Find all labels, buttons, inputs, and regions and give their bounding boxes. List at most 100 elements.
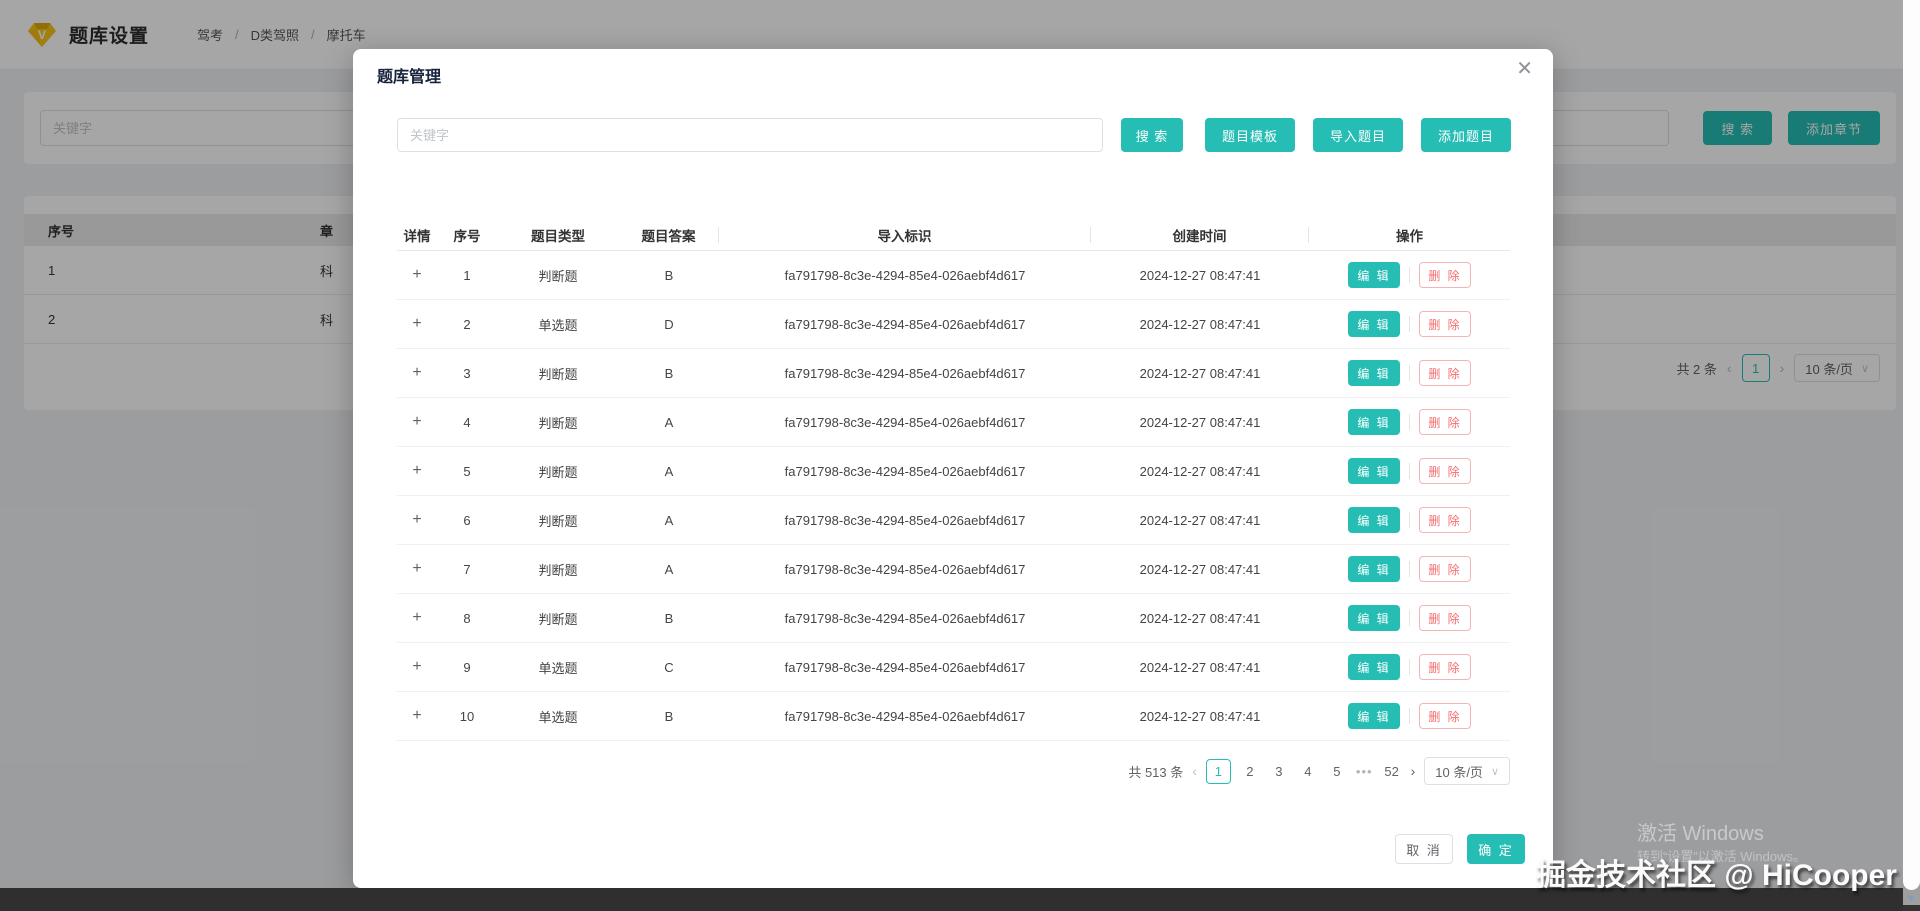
expand-row-icon[interactable]: + [412,512,421,528]
cell-no: 5 [437,464,497,479]
expand-row-icon[interactable]: + [412,561,421,577]
page-number[interactable]: 4 [1298,764,1318,779]
community-watermark: 掘金技术社区 @ HiCooper [1536,850,1897,894]
question-row: + 4 判断题 A fa791798-8c3e-4294-85e4-026aeb… [397,398,1510,447]
cancel-button[interactable]: 取 消 [1395,834,1453,864]
row-operations: 编 辑 删 除 [1348,262,1471,288]
page-number-active[interactable]: 1 [1206,759,1231,784]
cell-answer: A [619,562,719,577]
page-number[interactable]: 2 [1240,764,1260,779]
question-row: + 5 判断题 A fa791798-8c3e-4294-85e4-026aeb… [397,447,1510,496]
edit-button[interactable]: 编 辑 [1348,458,1400,484]
scrollbar-track[interactable]: ▼ [1903,0,1920,911]
operation-divider [1409,561,1410,577]
close-icon[interactable]: ✕ [1516,59,1533,79]
cell-answer: C [619,660,719,675]
delete-button[interactable]: 删 除 [1419,654,1471,680]
row-operations: 编 辑 删 除 [1348,458,1471,484]
scrollbar-thumb[interactable] [1903,0,1920,890]
delete-button[interactable]: 删 除 [1419,360,1471,386]
cell-import-id: fa791798-8c3e-4294-85e4-026aebf4d617 [719,366,1091,381]
operation-divider [1409,463,1410,479]
row-operations: 编 辑 删 除 [1348,507,1471,533]
cell-import-id: fa791798-8c3e-4294-85e4-026aebf4d617 [719,660,1091,675]
cell-answer: B [619,709,719,724]
cell-type: 判断题 [497,560,619,579]
scrollbar-bottom [1903,905,1920,911]
cell-type: 单选题 [497,707,619,726]
page-number[interactable]: 3 [1269,764,1289,779]
page-number-last[interactable]: 52 [1382,764,1402,779]
question-row: + 2 单选题 D fa791798-8c3e-4294-85e4-026aeb… [397,300,1510,349]
operation-divider [1409,512,1410,528]
cell-no: 10 [437,709,497,724]
cell-type: 单选题 [497,315,619,334]
operation-divider [1409,316,1410,332]
expand-row-icon[interactable]: + [412,365,421,381]
page-size-value: 10 条/页 [1435,762,1483,781]
delete-button[interactable]: 删 除 [1419,262,1471,288]
page-size-select[interactable]: 10 条/页 ∨ [1424,757,1510,785]
expand-row-icon[interactable]: + [412,463,421,479]
cell-answer: B [619,366,719,381]
expand-row-icon[interactable]: + [412,659,421,675]
expand-row-icon[interactable]: + [412,267,421,283]
expand-row-icon[interactable]: + [412,414,421,430]
row-operations: 编 辑 删 除 [1348,703,1471,729]
operation-divider [1409,365,1410,381]
cell-no: 9 [437,660,497,675]
page-number[interactable]: 5 [1327,764,1347,779]
cell-answer: B [619,611,719,626]
confirm-button[interactable]: 确 定 [1467,834,1525,864]
scroll-down-arrow-icon[interactable]: ▼ [1906,894,1916,905]
modal-search-button[interactable]: 搜 索 [1121,118,1183,152]
edit-button[interactable]: 编 辑 [1348,703,1400,729]
modal-keyword-input[interactable] [397,118,1103,152]
col-import-id: 导入标识 [719,227,1091,243]
add-question-button[interactable]: 添加题目 [1421,118,1511,152]
edit-button[interactable]: 编 辑 [1348,311,1400,337]
delete-button[interactable]: 删 除 [1419,311,1471,337]
col-created-at: 创建时间 [1091,227,1309,243]
cell-no: 3 [437,366,497,381]
question-row: + 1 判断题 B fa791798-8c3e-4294-85e4-026aeb… [397,251,1510,300]
edit-button[interactable]: 编 辑 [1348,605,1400,631]
cell-import-id: fa791798-8c3e-4294-85e4-026aebf4d617 [719,464,1091,479]
question-template-button[interactable]: 题目模板 [1205,118,1295,152]
prev-page-arrow[interactable]: ‹ [1192,763,1197,779]
expand-row-icon[interactable]: + [412,708,421,724]
pagination-ellipsis-icon[interactable]: ••• [1356,764,1373,779]
delete-button[interactable]: 删 除 [1419,703,1471,729]
question-row: + 7 判断题 A fa791798-8c3e-4294-85e4-026aeb… [397,545,1510,594]
modal-footer: 取 消 确 定 [1395,834,1525,864]
cell-import-id: fa791798-8c3e-4294-85e4-026aebf4d617 [719,317,1091,332]
edit-button[interactable]: 编 辑 [1348,507,1400,533]
delete-button[interactable]: 删 除 [1419,507,1471,533]
edit-button[interactable]: 编 辑 [1348,262,1400,288]
expand-row-icon[interactable]: + [412,610,421,626]
cell-type: 判断题 [497,413,619,432]
edit-button[interactable]: 编 辑 [1348,409,1400,435]
operation-divider [1409,610,1410,626]
row-operations: 编 辑 删 除 [1348,360,1471,386]
cell-created-at: 2024-12-27 08:47:41 [1091,268,1309,283]
delete-button[interactable]: 删 除 [1419,409,1471,435]
modal-pagination: 共 513 条 ‹ 1 2 3 4 5 ••• 52 › 10 条/页 ∨ [1128,757,1510,785]
delete-button[interactable]: 删 除 [1419,556,1471,582]
edit-button[interactable]: 编 辑 [1348,654,1400,680]
operation-divider [1409,267,1410,283]
cell-type: 判断题 [497,462,619,481]
modal-toolbar: 搜 索 题目模板 导入题目 添加题目 [1121,118,1511,152]
delete-button[interactable]: 删 除 [1419,605,1471,631]
cell-no: 4 [437,415,497,430]
import-questions-button[interactable]: 导入题目 [1313,118,1403,152]
question-bank-modal: 题库管理 ✕ 搜 索 题目模板 导入题目 添加题目 详情 序号 题目类型 题目答… [353,49,1553,888]
edit-button[interactable]: 编 辑 [1348,556,1400,582]
edit-button[interactable]: 编 辑 [1348,360,1400,386]
cell-created-at: 2024-12-27 08:47:41 [1091,562,1309,577]
expand-row-icon[interactable]: + [412,316,421,332]
cell-answer: D [619,317,719,332]
next-page-arrow[interactable]: › [1411,763,1416,779]
cell-import-id: fa791798-8c3e-4294-85e4-026aebf4d617 [719,709,1091,724]
delete-button[interactable]: 删 除 [1419,458,1471,484]
